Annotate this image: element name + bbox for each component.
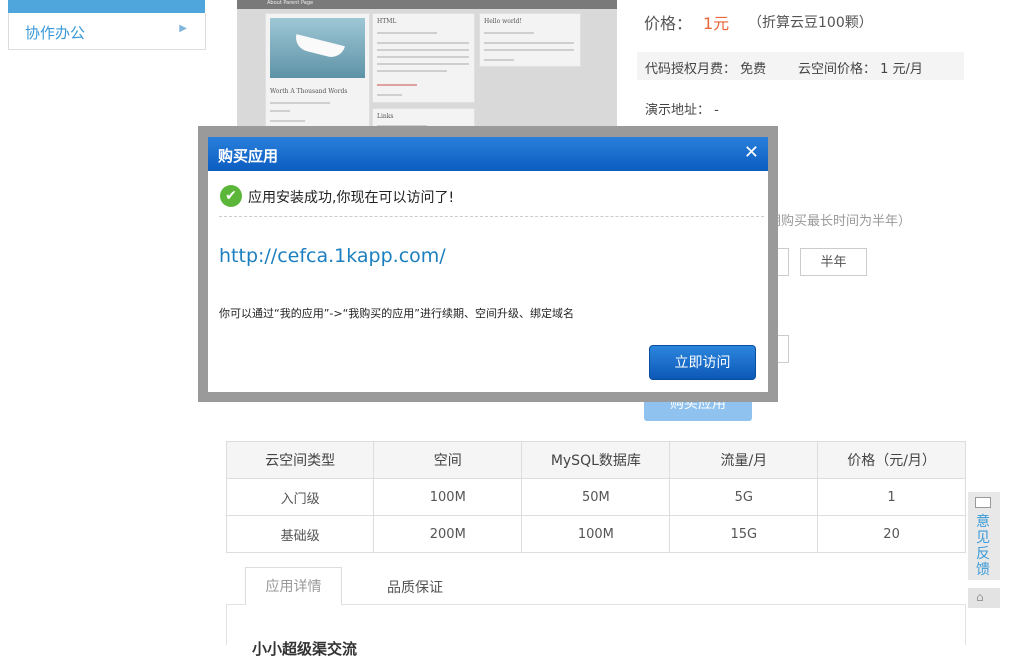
table-row: 基础级 200M 100M 15G 20 bbox=[225, 515, 966, 553]
dialog-title: 购买应用 bbox=[218, 147, 279, 165]
table-cell: 200M bbox=[373, 515, 523, 553]
app-preview-image: About Parent Page Worth A Thousand Words… bbox=[237, 0, 617, 130]
renewal-note: 你可以通过“我的应用”->“我购买的应用”进行续期、空间升级、绑定域名 bbox=[219, 307, 574, 320]
table-cell: 100M bbox=[373, 478, 523, 516]
sidebar-item-collab-office[interactable]: 协作办公 ▶ bbox=[8, 13, 206, 50]
feedback-widget[interactable]: 意见反馈 bbox=[968, 492, 1000, 580]
preview-text-line bbox=[484, 32, 534, 34]
preview-text-line bbox=[270, 120, 305, 122]
table-cell: 基础级 bbox=[225, 515, 375, 553]
preview-text-line bbox=[270, 110, 290, 112]
purchase-dialog: 购买应用 ✕ ✔ 应用安装成功,你现在可以访问了! http://cefca.1… bbox=[208, 137, 768, 392]
cloud-space-table: 云空间类型 空间 MySQL数据库 流量/月 价格（元/月） 入门级 100M … bbox=[225, 441, 966, 553]
preview-post-title: Worth A Thousand Words bbox=[270, 88, 348, 95]
table-cell: 1 bbox=[817, 478, 966, 516]
boat-photo bbox=[270, 18, 365, 78]
license-fee-text: 代码授权月费： 免费 bbox=[645, 62, 767, 77]
table-cell: 入门级 bbox=[225, 478, 375, 516]
table-cell: 50M bbox=[521, 478, 671, 516]
duration-hint-text: 期购买最长时间为半年） bbox=[768, 214, 912, 229]
table-header-cell: MySQL数据库 bbox=[521, 441, 671, 479]
cloud-space-price-text: 云空间价格： 1 元/月 bbox=[798, 62, 923, 77]
table-cell: 15G bbox=[669, 515, 819, 553]
dialog-header: 购买应用 ✕ bbox=[208, 137, 768, 171]
preview-text-line bbox=[270, 102, 330, 104]
app-url-link[interactable]: http://cefca.1kapp.com/ bbox=[219, 245, 446, 267]
preview-post-card: Worth A Thousand Words bbox=[265, 13, 370, 127]
preview-text-line bbox=[484, 42, 574, 44]
boat-shape bbox=[293, 34, 345, 60]
table-cell: 20 bbox=[817, 515, 966, 553]
preview-post-title: HTML bbox=[377, 18, 397, 25]
check-circle-icon: ✔ bbox=[220, 185, 242, 207]
back-to-top-button[interactable]: ⌂ bbox=[968, 588, 1000, 608]
home-up-icon: ⌂ bbox=[976, 590, 984, 604]
table-row: 入门级 100M 50M 5G 1 bbox=[225, 478, 966, 516]
table-header-cell: 流量/月 bbox=[669, 441, 819, 479]
table-header-cell: 价格（元/月） bbox=[817, 441, 966, 479]
envelope-icon bbox=[975, 497, 991, 508]
preview-text-line bbox=[377, 94, 402, 96]
table-header-row: 云空间类型 空间 MySQL数据库 流量/月 价格（元/月） bbox=[225, 441, 966, 479]
price-value: 1元 bbox=[703, 14, 730, 33]
preview-text-line bbox=[377, 32, 437, 34]
visit-now-button[interactable]: 立即访问 bbox=[649, 345, 756, 380]
preview-post-title: Links bbox=[377, 113, 394, 120]
sidebar-item-label: 协作办公 bbox=[25, 24, 86, 42]
preview-text-line bbox=[377, 84, 417, 86]
preview-post-title: Hello world! bbox=[484, 18, 522, 25]
preview-text-line bbox=[377, 56, 469, 58]
preview-post-card: HTML bbox=[372, 13, 475, 103]
preview-text-line bbox=[377, 49, 469, 51]
duration-halfyear-button[interactable]: 半年 bbox=[800, 248, 867, 276]
preview-post-card: Hello world! bbox=[479, 13, 581, 67]
price-label: 价格： bbox=[644, 14, 693, 33]
success-message: 应用安装成功,你现在可以访问了! bbox=[248, 190, 455, 206]
preview-text-line bbox=[377, 63, 469, 65]
preview-nav-text: About Parent Page bbox=[267, 0, 314, 6]
close-icon[interactable]: ✕ bbox=[744, 142, 759, 163]
table-header-cell: 云空间类型 bbox=[225, 441, 375, 479]
chevron-right-icon: ▶ bbox=[179, 23, 187, 34]
preview-text-line bbox=[484, 59, 514, 61]
table-header-cell: 空间 bbox=[373, 441, 523, 479]
price-note: （折算云豆100颗） bbox=[748, 15, 873, 31]
preview-text-line bbox=[484, 49, 574, 51]
tab-app-details[interactable]: 应用详情 bbox=[245, 567, 342, 605]
content-heading: 小小超级渠交流 bbox=[252, 640, 358, 658]
feedback-label: 意见反馈 bbox=[976, 514, 990, 578]
table-cell: 100M bbox=[521, 515, 671, 553]
demo-address-text: 演示地址： - bbox=[645, 103, 719, 118]
tab-quality-guarantee[interactable]: 品质保证 bbox=[387, 577, 443, 597]
table-cell: 5G bbox=[669, 478, 819, 516]
preview-text-line bbox=[377, 42, 469, 44]
dialog-divider bbox=[219, 216, 764, 217]
preview-text-line bbox=[377, 70, 447, 72]
preview-nav-bar: About Parent Page bbox=[237, 0, 617, 9]
sidebar-header-strip bbox=[8, 0, 205, 13]
